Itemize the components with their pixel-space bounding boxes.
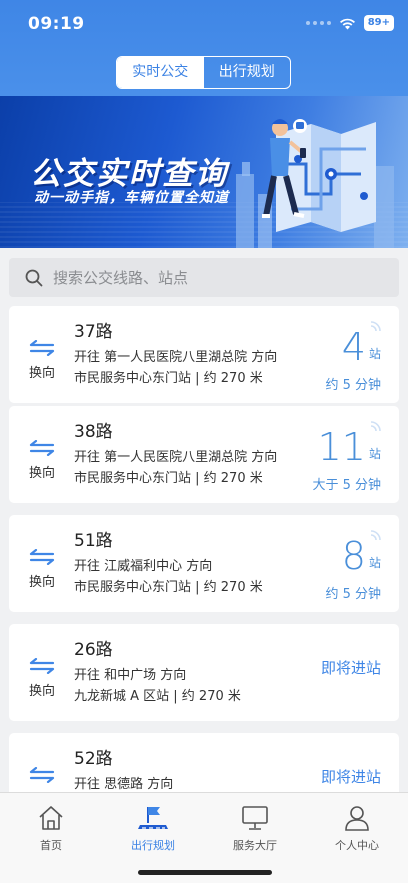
- status-indicators: 89+: [305, 15, 394, 31]
- tab-label: 首页: [40, 839, 62, 852]
- swap-arrows-icon: [29, 548, 55, 566]
- wifi-icon: [339, 18, 355, 29]
- route-card[interactable]: 52路 开往 思德路 方向 即将进站: [9, 733, 399, 792]
- swap-label: 换向: [28, 466, 55, 481]
- stops-count: 11: [317, 425, 366, 469]
- route-name: 37路: [74, 322, 113, 342]
- swap-direction-button[interactable]: 换向: [26, 548, 58, 590]
- stops-count: 4: [341, 325, 366, 369]
- swap-direction-button[interactable]: [26, 766, 58, 787]
- swap-direction-button[interactable]: 换向: [26, 339, 58, 381]
- person-icon: [345, 806, 369, 831]
- route-direction: 开往 和中广场 方向: [74, 668, 187, 683]
- route-card[interactable]: 换向 38路 开往 第一人民医院八里湖总院 方向 市民服务中心东门站 | 约 2…: [9, 406, 399, 503]
- route-card[interactable]: 换向 37路 开往 第一人民医院八里湖总院 方向 市民服务中心东门站 | 约 2…: [9, 306, 399, 403]
- swap-arrows-icon: [29, 439, 55, 457]
- status-bar: 09:19 89+: [0, 0, 408, 50]
- route-direction: 开往 第一人民医院八里湖总院 方向: [74, 450, 278, 465]
- route-direction: 开往 江威福利中心 方向: [74, 559, 213, 574]
- nearby-stop: 市民服务中心东门站 | 约 270 米: [74, 471, 263, 486]
- tab-profile[interactable]: 个人中心: [306, 793, 408, 883]
- nearby-stop: 市民服务中心东门站 | 约 270 米: [74, 580, 263, 595]
- eta-text: 约 5 分钟: [325, 587, 381, 602]
- eta-text: 约 5 分钟: [325, 378, 381, 393]
- search-bar[interactable]: [9, 258, 399, 297]
- tab-label: 服务大厅: [233, 839, 277, 852]
- swap-label: 换向: [28, 684, 55, 699]
- eta-text: 大于 5 分钟: [312, 478, 381, 493]
- signal-dots-icon: [305, 21, 331, 25]
- monitor-icon: [242, 806, 268, 830]
- swap-label: 换向: [28, 366, 55, 381]
- swap-label: 换向: [28, 575, 55, 590]
- nearby-stop: 市民服务中心东门站 | 约 270 米: [74, 371, 263, 386]
- home-icon: [39, 806, 63, 830]
- tab-realtime-bus[interactable]: 实时公交: [117, 57, 204, 88]
- route-card[interactable]: 换向 26路 开往 和中广场 方向 九龙新城 A 区站 | 约 270 米 即将…: [9, 624, 399, 721]
- status-time: 09:19: [28, 14, 85, 34]
- arriving-status: 即将进站: [320, 659, 381, 677]
- stops-count: 8: [341, 534, 366, 578]
- swap-arrows-icon: [29, 766, 55, 784]
- route-flag-icon: [138, 807, 168, 829]
- home-indicator: [138, 870, 272, 875]
- nearby-stop: 九龙新城 A 区站 | 约 270 米: [74, 689, 241, 704]
- promo-banner[interactable]: 公交实时查询 动一动手指，车辆位置全知道: [0, 96, 408, 248]
- city-map-illustration: [236, 119, 394, 248]
- stops-unit: 站: [368, 447, 381, 461]
- tab-label: 出行规划: [131, 839, 175, 852]
- route-name: 38路: [74, 422, 113, 442]
- route-card[interactable]: 换向 51路 开往 江威福利中心 方向 市民服务中心东门站 | 约 270 米 …: [9, 515, 399, 612]
- arriving-status: 即将进站: [320, 768, 381, 786]
- route-direction: 开往 思德路 方向: [74, 777, 174, 792]
- route-name: 51路: [74, 531, 113, 551]
- stops-unit: 站: [368, 556, 381, 570]
- route-name: 26路: [74, 640, 113, 660]
- route-direction: 开往 第一人民医院八里湖总院 方向: [74, 350, 278, 365]
- search-icon: [25, 269, 43, 286]
- route-name: 52路: [74, 749, 113, 769]
- stops-away: 8 站: [342, 537, 381, 575]
- tab-home[interactable]: 首页: [0, 793, 102, 883]
- banner-subtitle: 动一动手指，车辆位置全知道: [34, 190, 229, 206]
- swap-direction-button[interactable]: 换向: [26, 657, 58, 699]
- tab-trip-planning[interactable]: 出行规划: [204, 57, 291, 88]
- swap-direction-button[interactable]: 换向: [26, 439, 58, 481]
- stops-away: 4 站: [342, 328, 381, 366]
- search-input[interactable]: [53, 268, 373, 287]
- swap-arrows-icon: [29, 339, 55, 357]
- tab-label: 个人中心: [335, 839, 379, 852]
- stops-away: 11 站: [318, 428, 381, 466]
- stops-unit: 站: [368, 347, 381, 361]
- swap-arrows-icon: [29, 657, 55, 675]
- mode-switch: 实时公交 出行规划: [116, 56, 291, 89]
- battery-indicator: 89+: [363, 15, 394, 31]
- top-header: 09:19 89+ 实时公交 出行规划: [0, 0, 408, 96]
